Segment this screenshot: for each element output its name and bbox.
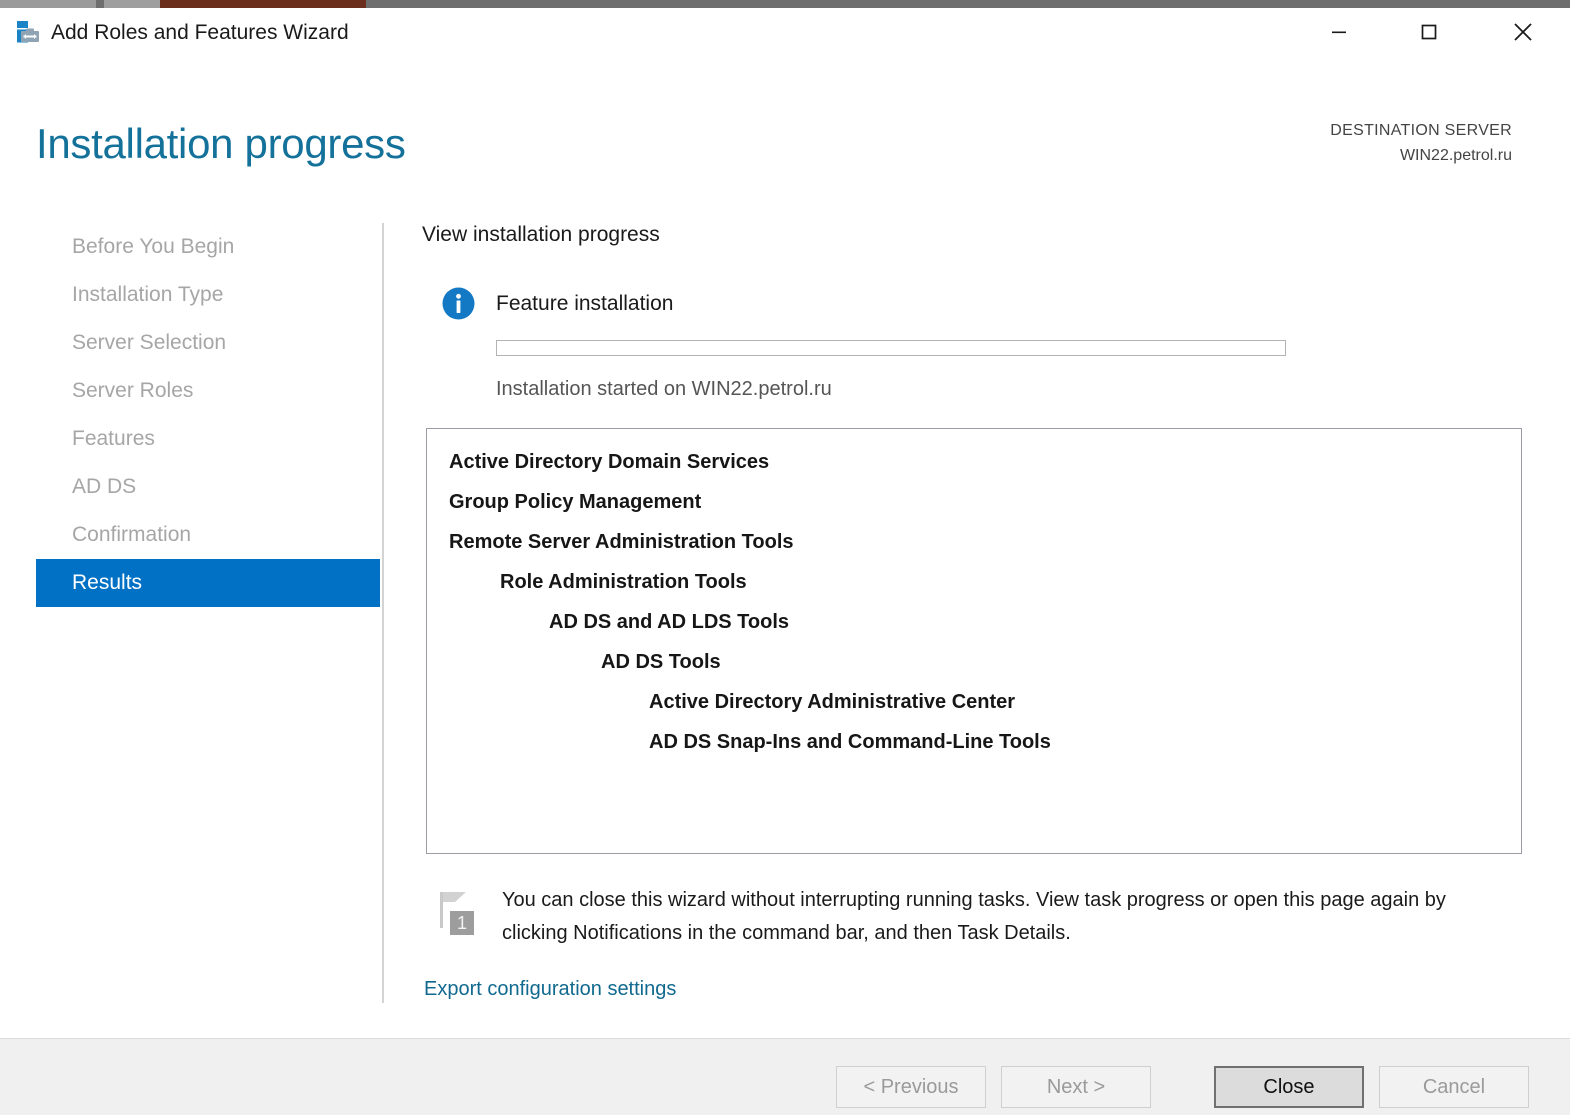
maximize-icon bbox=[1421, 24, 1437, 40]
installed-features-list[interactable]: Active Directory Domain Services Group P… bbox=[426, 428, 1522, 854]
installation-progress-bar bbox=[496, 340, 1286, 356]
notification-hint-text: You can close this wizard without interr… bbox=[502, 889, 1446, 944]
list-item: AD DS Snap-Ins and Command-Line Tools bbox=[649, 731, 1051, 753]
progress-caption: Installation started on WIN22.petrol.ru bbox=[496, 378, 832, 400]
wizard-window: Add Roles and Features Wizard Installati… bbox=[0, 8, 1570, 1115]
window-title: Add Roles and Features Wizard bbox=[51, 21, 349, 44]
sidebar-item-results[interactable]: Results bbox=[36, 559, 380, 607]
title-bar[interactable]: Add Roles and Features Wizard bbox=[0, 8, 1570, 60]
list-item: Active Directory Administrative Center bbox=[649, 691, 1016, 713]
minimize-icon bbox=[1332, 31, 1346, 34]
info-icon bbox=[441, 286, 476, 321]
notification-flag-icon: 1 bbox=[436, 888, 478, 936]
wizard-footer: < Previous Next > Close Cancel bbox=[0, 1038, 1570, 1115]
close-icon bbox=[1514, 23, 1532, 41]
page-title: Installation progress bbox=[36, 120, 406, 167]
sidebar-item-installation-type[interactable]: Installation Type bbox=[36, 271, 380, 319]
main-content-pane: View installation progress Feature insta… bbox=[422, 220, 1532, 324]
sidebar-item-confirmation[interactable]: Confirmation bbox=[36, 511, 380, 559]
wizard-navigation-sidebar: Before You Begin Installation Type Serve… bbox=[36, 223, 380, 607]
sidebar-item-before-you-begin[interactable]: Before You Begin bbox=[36, 223, 380, 271]
list-item: AD DS Tools bbox=[601, 651, 721, 673]
destination-server-label: DESTINATION SERVER bbox=[1330, 122, 1512, 139]
desktop-background-strip bbox=[0, 0, 1570, 8]
list-item: Group Policy Management bbox=[449, 491, 702, 513]
installation-status-text: Feature installation bbox=[496, 292, 674, 315]
cancel-button[interactable]: Cancel bbox=[1379, 1066, 1529, 1108]
main-heading: View installation progress bbox=[422, 223, 660, 246]
desktop-window-edge-a bbox=[0, 0, 96, 8]
maximize-button[interactable] bbox=[1398, 8, 1460, 56]
sidebar-item-server-roles[interactable]: Server Roles bbox=[36, 367, 380, 415]
list-item: Active Directory Domain Services bbox=[449, 451, 770, 473]
destination-server-value: WIN22.petrol.ru bbox=[1399, 147, 1512, 164]
sidebar-item-server-selection[interactable]: Server Selection bbox=[36, 319, 380, 367]
export-configuration-settings-link[interactable]: Export configuration settings bbox=[424, 974, 676, 1004]
desktop-window-edge-red bbox=[160, 0, 366, 8]
destination-server-block: DESTINATION SERVER WIN22.petrol.ru bbox=[1330, 118, 1512, 168]
next-button[interactable]: Next > bbox=[1001, 1066, 1151, 1108]
installation-status-row: Feature installation bbox=[422, 286, 1532, 324]
close-button[interactable]: Close bbox=[1214, 1066, 1364, 1108]
sidebar-divider bbox=[382, 223, 384, 1003]
list-item: AD DS and AD LDS Tools bbox=[549, 611, 789, 633]
sidebar-item-ad-ds[interactable]: AD DS bbox=[36, 463, 380, 511]
list-item: Remote Server Administration Tools bbox=[449, 531, 794, 553]
close-window-button[interactable] bbox=[1492, 8, 1554, 56]
server-toolbox-icon bbox=[14, 18, 44, 48]
sidebar-item-features[interactable]: Features bbox=[36, 415, 380, 463]
notification-badge-count: 1 bbox=[457, 913, 467, 933]
minimize-button[interactable] bbox=[1308, 8, 1370, 56]
desktop-window-edge-b bbox=[104, 0, 160, 8]
list-item: Role Administration Tools bbox=[500, 571, 747, 593]
previous-button[interactable]: < Previous bbox=[836, 1066, 986, 1108]
